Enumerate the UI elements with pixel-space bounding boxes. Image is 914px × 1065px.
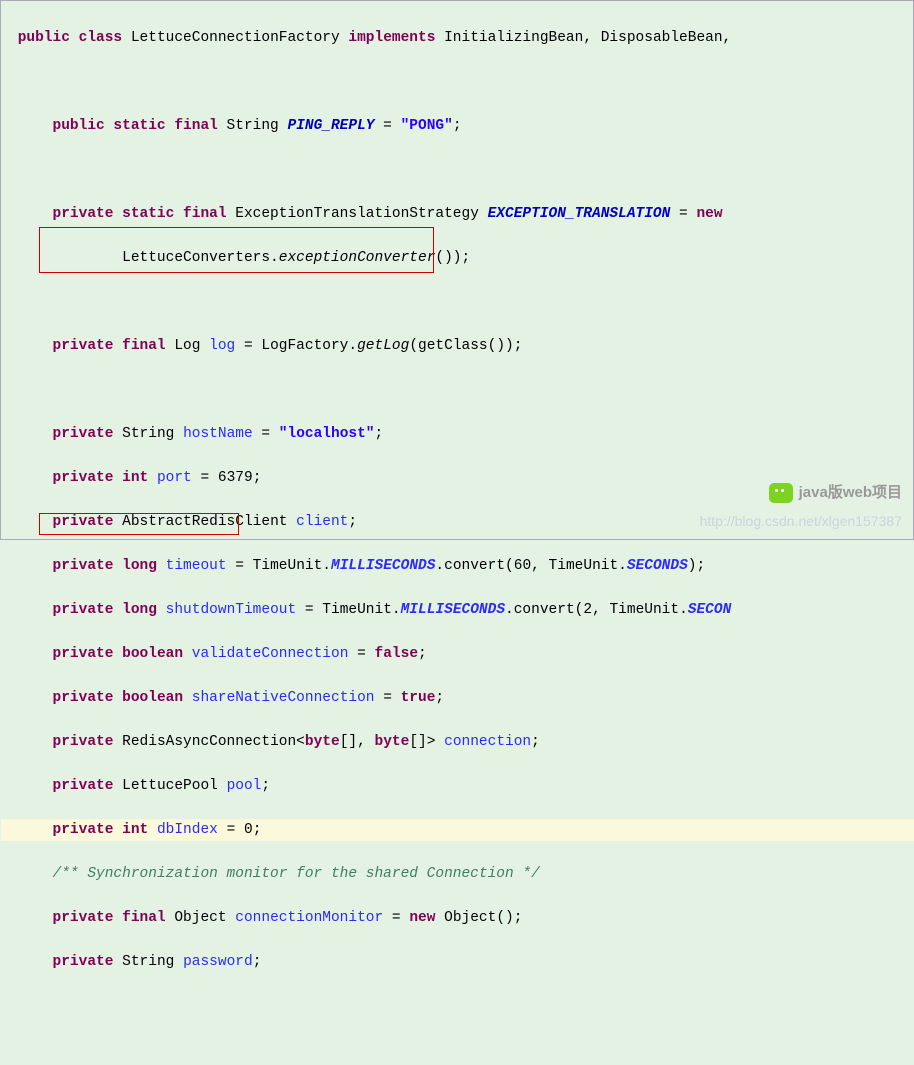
code-line: public static final String PING_REPLY = … [9, 115, 913, 137]
code-line: private RedisAsyncConnection<byte[], byt… [9, 731, 913, 753]
code-line [9, 71, 913, 93]
code-line: private static final ExceptionTranslatio… [9, 203, 913, 225]
code-line [9, 159, 913, 181]
code-line: private long shutdownTimeout = TimeUnit.… [9, 599, 913, 621]
code-line: private AbstractRedisClient client; [9, 511, 913, 533]
code-line: private String password; [9, 951, 913, 973]
code-editor[interactable]: public class LettuceConnectionFactory im… [1, 1, 913, 1065]
code-line: private long timeout = TimeUnit.MILLISEC… [9, 555, 913, 577]
code-line: private final Log log = LogFactory.getLo… [9, 335, 913, 357]
code-line: private int port = 6379; [9, 467, 913, 489]
code-line: private LettucePool pool; [9, 775, 913, 797]
code-line [9, 379, 913, 401]
code-line-highlighted: private int dbIndex = 0; [1, 819, 914, 841]
code-line: LettuceConverters.exceptionConverter()); [9, 247, 913, 269]
code-line: /** Synchronization monitor for the shar… [9, 863, 913, 885]
code-line: private final Object connectionMonitor =… [9, 907, 913, 929]
code-line: public class LettuceConnectionFactory im… [9, 27, 913, 49]
code-line: private String hostName = "localhost"; [9, 423, 913, 445]
code-line: private boolean shareNativeConnection = … [9, 687, 913, 709]
code-line: private boolean validateConnection = fal… [9, 643, 913, 665]
code-line [9, 291, 913, 313]
